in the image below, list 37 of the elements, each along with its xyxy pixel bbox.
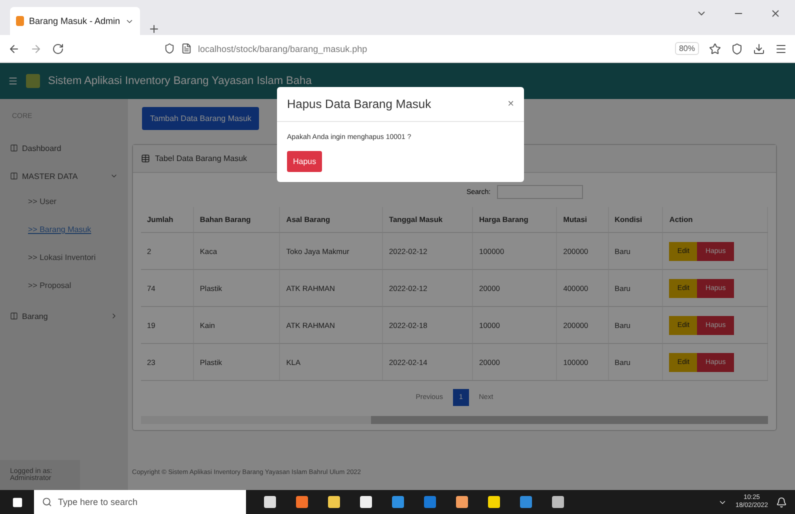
confirm-delete-button[interactable]: Hapus	[287, 151, 322, 172]
logo-icon	[26, 74, 40, 88]
menu-icon[interactable]	[8, 76, 18, 86]
chevron-down-icon	[110, 172, 118, 180]
menu-icon[interactable]	[775, 42, 787, 54]
zoom-level[interactable]: 80%	[674, 42, 699, 55]
sidebar-item[interactable]: MASTER DATA	[0, 162, 128, 190]
search-icon	[42, 497, 52, 507]
search-field[interactable]	[496, 185, 583, 199]
notification-icon[interactable]	[776, 496, 787, 508]
reload-icon[interactable]	[52, 42, 64, 54]
download-icon[interactable]	[753, 42, 765, 54]
sidebar-item[interactable]: Barang	[0, 302, 128, 330]
sidebar-subitem[interactable]: >> Lokasi Inventori	[0, 246, 128, 274]
taskbar-search-field[interactable]: Type here to search	[34, 490, 246, 514]
close-button[interactable]: ×	[508, 98, 514, 110]
shield-icon[interactable]	[731, 42, 743, 54]
app-title: Sistem Aplikasi Inventory Barang Yayasan Islam Baha	[48, 75, 312, 87]
page-icon	[181, 43, 192, 54]
sidebar-subitem[interactable]: >> Proposal	[0, 274, 128, 302]
address-field[interactable]: localhost/stock/barang/barang_masuk.php	[198, 44, 368, 54]
dialog-title: Hapus Data Barang Masuk	[287, 97, 432, 111]
back-icon[interactable]	[8, 42, 20, 54]
favicon-icon	[16, 16, 24, 26]
taskbar-app-icon[interactable]	[360, 496, 372, 508]
sidebar-subitem[interactable]: >> Barang Masuk	[0, 218, 128, 246]
horizontal-scrollbar[interactable]	[141, 416, 768, 424]
browser-tab[interactable]: Barang Masuk - Admin	[10, 7, 140, 35]
sidebar-subitem[interactable]: >> User	[0, 190, 128, 218]
new-tab-icon[interactable]	[148, 23, 160, 35]
close-icon[interactable]	[770, 8, 781, 19]
shield-icon	[164, 43, 175, 54]
star-icon[interactable]	[709, 42, 721, 54]
chevron-right-icon	[110, 312, 118, 320]
card-title: Tabel Data Barang Masuk	[155, 154, 248, 163]
add-button[interactable]: Tambah Data Barang Masuk	[142, 107, 260, 130]
sidebar-item[interactable]: Dashboard	[0, 134, 128, 162]
